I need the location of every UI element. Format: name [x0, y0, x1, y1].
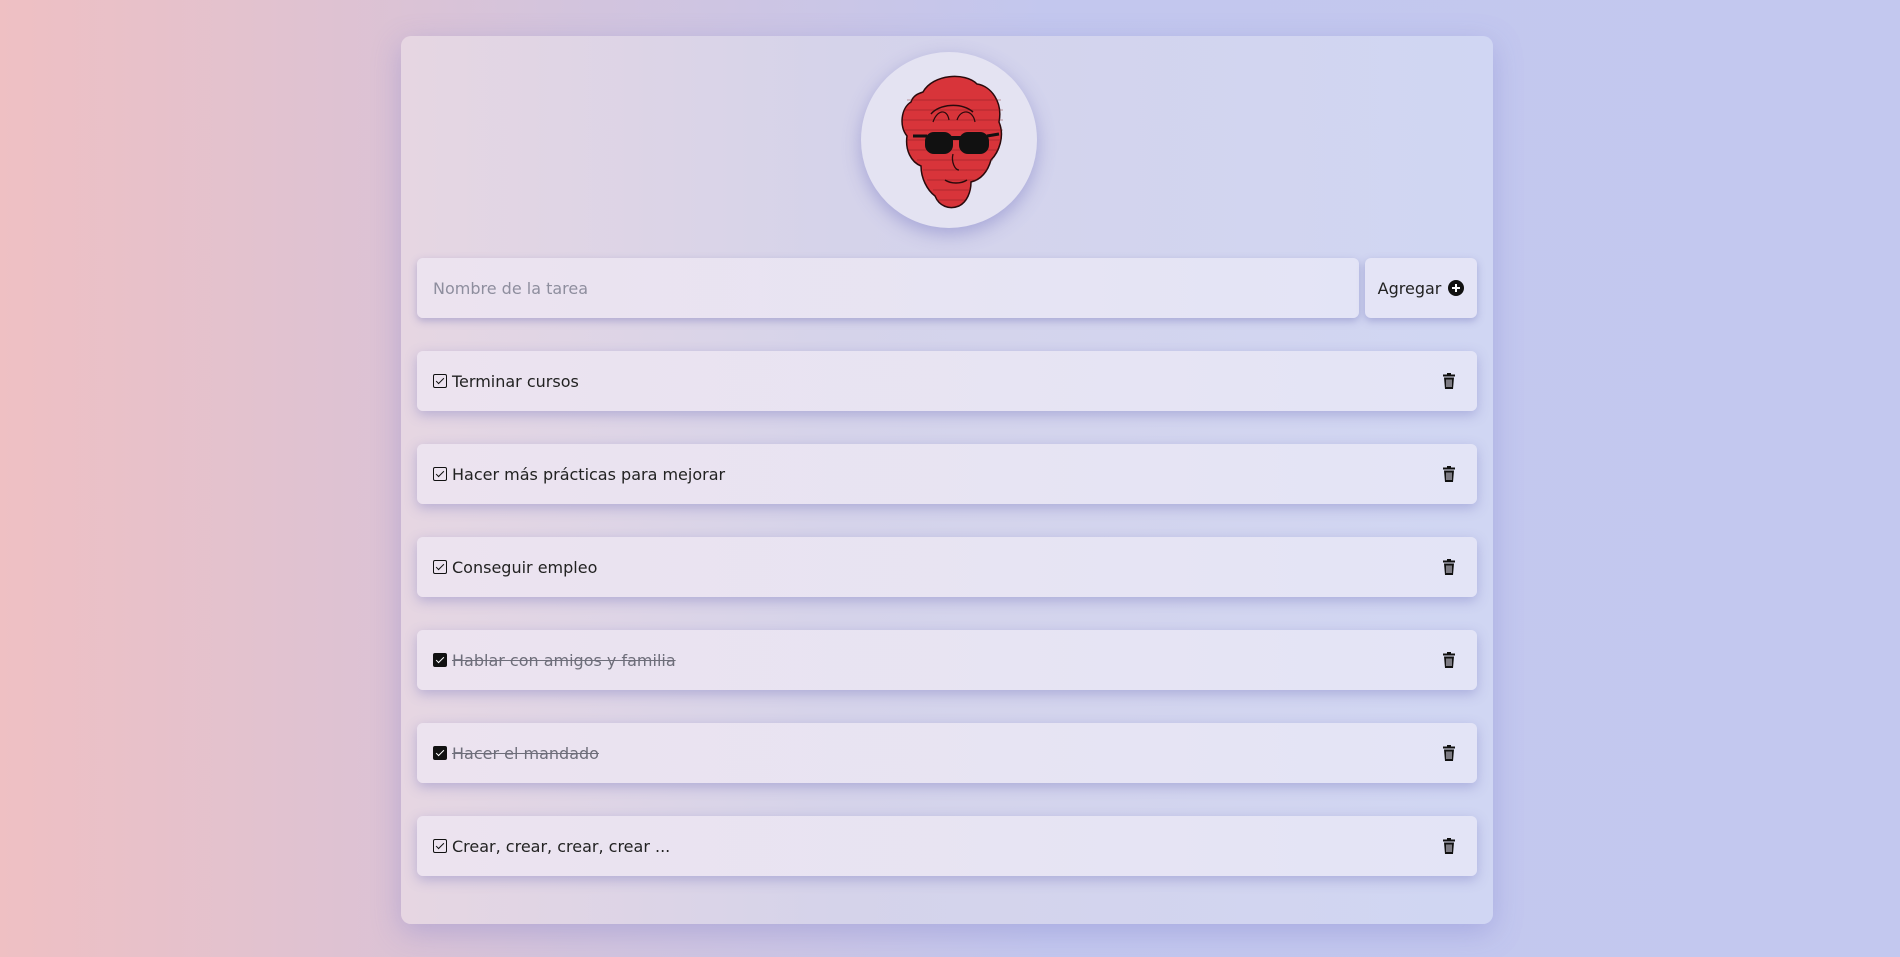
task-text: Hacer el mandado — [452, 743, 599, 763]
task-text: Conseguir empleo — [452, 557, 598, 577]
add-task-button[interactable]: Agregar — [1365, 258, 1477, 318]
checked-checkbox-icon[interactable] — [433, 653, 447, 667]
checkbox-icon[interactable] — [433, 467, 447, 481]
trash-icon[interactable] — [1443, 745, 1455, 761]
trash-icon[interactable] — [1443, 559, 1455, 575]
checkbox-icon[interactable] — [433, 374, 447, 388]
task-item: Hacer el mandado — [417, 723, 1477, 783]
task-item: Hablar con amigos y familia — [417, 630, 1477, 690]
add-button-label: Agregar — [1377, 278, 1442, 298]
trash-icon[interactable] — [1443, 838, 1455, 854]
task-text: Crear, crear, crear, crear ... — [452, 836, 671, 856]
task-item: Crear, crear, crear, crear ... — [417, 816, 1477, 876]
checkbox-icon[interactable] — [433, 839, 447, 853]
task-item: Conseguir empleo — [417, 537, 1477, 597]
red-face-sunglasses-icon — [901, 75, 1003, 209]
trash-icon[interactable] — [1443, 652, 1455, 668]
task-text: Hacer más prácticas para mejorar — [452, 464, 726, 484]
task-text: Hablar con amigos y familia — [452, 650, 676, 670]
avatar — [861, 52, 1037, 228]
task-text: Terminar cursos — [452, 371, 579, 391]
plus-circle-icon — [1448, 280, 1465, 296]
task-item: Terminar cursos — [417, 351, 1477, 411]
task-item: Hacer más prácticas para mejorar — [417, 444, 1477, 504]
task-name-input[interactable] — [417, 258, 1359, 318]
task-input-row: Agregar — [417, 258, 1477, 318]
todo-card: Agregar Terminar cursos Hacer más prácti… — [401, 36, 1493, 924]
trash-icon[interactable] — [1443, 466, 1455, 482]
trash-icon[interactable] — [1443, 373, 1455, 389]
checkbox-icon[interactable] — [433, 560, 447, 574]
checked-checkbox-icon[interactable] — [433, 746, 447, 760]
